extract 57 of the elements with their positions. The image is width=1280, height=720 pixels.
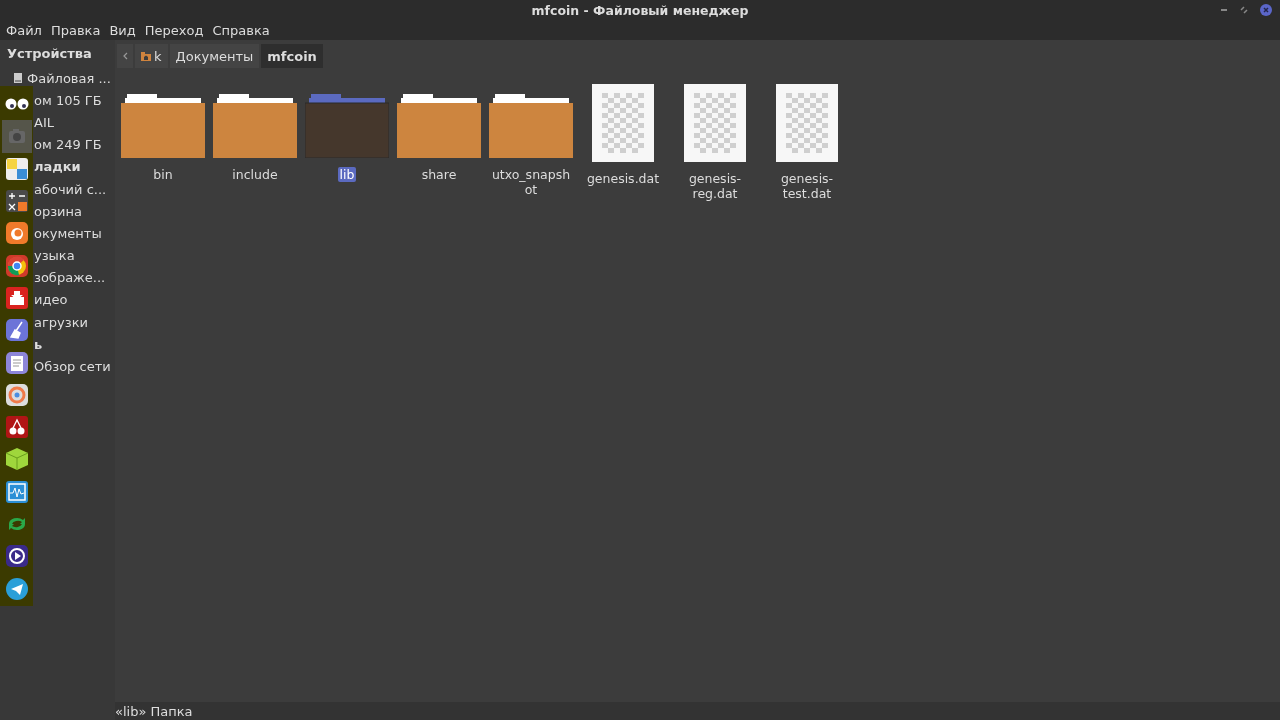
sidebar-item[interactable]: узыка bbox=[34, 248, 75, 264]
maximize-icon[interactable] bbox=[1240, 6, 1248, 14]
eyes-icon[interactable] bbox=[4, 98, 29, 111]
home-folder-icon bbox=[141, 51, 151, 61]
file-name[interactable]: utxo_snapsh ot bbox=[489, 167, 573, 197]
close-icon[interactable] bbox=[1260, 4, 1272, 16]
file-name[interactable]: lib bbox=[337, 167, 357, 182]
document-icon[interactable] bbox=[5, 351, 28, 374]
broom-icon[interactable] bbox=[5, 319, 28, 342]
sidebar-item[interactable]: ом 105 ГБ bbox=[34, 92, 102, 108]
ring-icon[interactable] bbox=[5, 383, 28, 406]
sidebar-heading: Устройства bbox=[6, 45, 93, 63]
menu-item[interactable]: Справка bbox=[212, 22, 270, 38]
menu-item[interactable]: Вид bbox=[109, 22, 136, 38]
cherries-icon[interactable] bbox=[5, 416, 28, 439]
folder-icon[interactable] bbox=[397, 94, 481, 158]
chevron-left-icon bbox=[122, 52, 128, 60]
window-title: mfcoin - Файловый менеджер bbox=[531, 2, 749, 18]
fox-icon[interactable] bbox=[5, 222, 28, 245]
menu-item[interactable]: Переход bbox=[144, 22, 204, 38]
grid-icon[interactable] bbox=[5, 157, 28, 180]
file-name[interactable]: share bbox=[397, 167, 481, 182]
sidebar-item[interactable]: абочий с... bbox=[34, 181, 107, 197]
breadcrumb[interactable]: k bbox=[135, 44, 168, 68]
box-icon[interactable] bbox=[5, 286, 28, 309]
monitor-icon[interactable] bbox=[5, 480, 28, 503]
sidebar-item[interactable]: орзина bbox=[34, 203, 83, 219]
folder-icon[interactable] bbox=[121, 94, 205, 158]
play-icon[interactable] bbox=[5, 545, 28, 568]
sidebar-item[interactable]: Файловая ... bbox=[27, 70, 111, 86]
sidebar-heading: ь bbox=[34, 336, 43, 352]
file-name[interactable]: include bbox=[213, 167, 297, 182]
file-name[interactable]: bin bbox=[121, 167, 205, 182]
file-name[interactable]: genesis- reg.dat bbox=[673, 171, 757, 201]
menu-item[interactable]: Правка bbox=[50, 22, 101, 38]
folder-icon[interactable] bbox=[213, 94, 297, 158]
sidebar-item[interactable]: ом 249 ГБ bbox=[34, 137, 102, 153]
minimize-icon[interactable] bbox=[1220, 8, 1228, 12]
sidebar-item[interactable]: окументы bbox=[34, 225, 102, 241]
calculator-icon[interactable] bbox=[5, 190, 28, 213]
file-name[interactable]: genesis- test.dat bbox=[765, 171, 849, 201]
cube-icon[interactable] bbox=[4, 447, 29, 472]
browser-icon[interactable] bbox=[5, 254, 28, 277]
sidebar-item[interactable]: идео bbox=[34, 292, 68, 308]
file-name[interactable]: genesis.dat bbox=[581, 171, 665, 186]
sidebar-heading: ладки bbox=[34, 159, 81, 175]
breadcrumb[interactable]: mfcoin bbox=[261, 44, 323, 68]
breadcrumb[interactable]: Документы bbox=[169, 44, 260, 68]
menu-item[interactable]: Файл bbox=[6, 22, 42, 38]
folder-icon[interactable] bbox=[489, 94, 573, 158]
sidebar-item[interactable]: Обзор сети bbox=[34, 359, 111, 375]
sidebar-item[interactable]: AIL bbox=[34, 114, 54, 130]
sidebar-item[interactable]: агрузки bbox=[34, 314, 88, 330]
sidebar-item[interactable]: зображе... bbox=[34, 270, 106, 286]
drive-icon bbox=[14, 73, 22, 84]
status-text: «lib» Папка bbox=[115, 703, 193, 719]
paper-plane-icon[interactable] bbox=[5, 577, 28, 600]
